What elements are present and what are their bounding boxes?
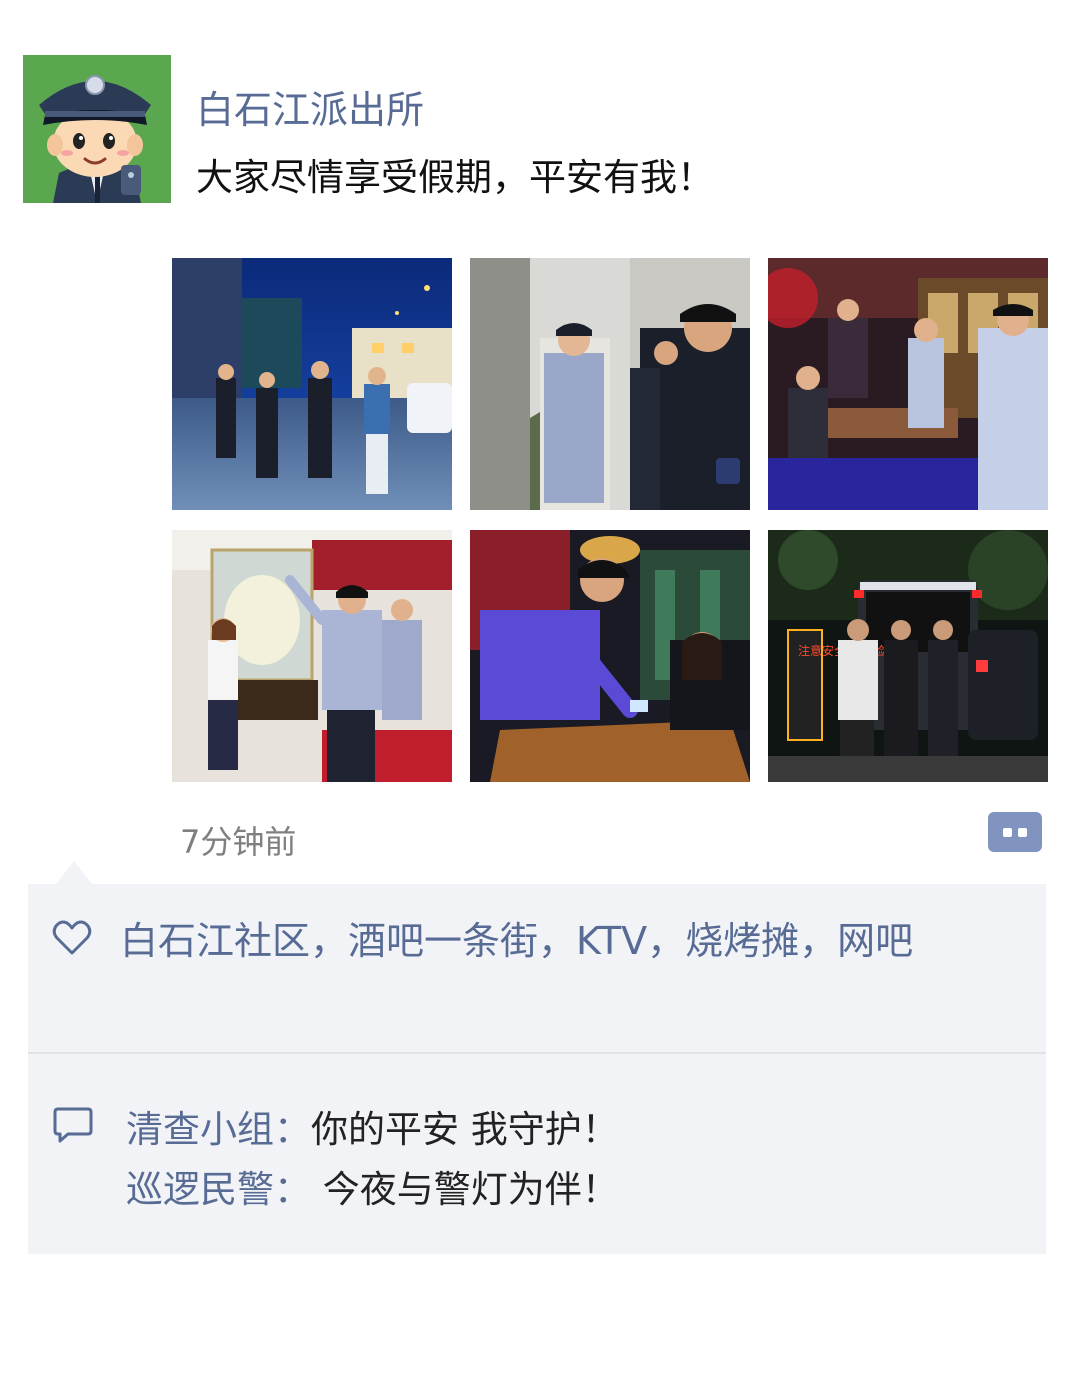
photo-grid: 注意安全 公安检查: [172, 258, 1048, 782]
police-officer-avatar-icon: [23, 55, 171, 203]
avatar[interactable]: [23, 55, 171, 203]
photo-3[interactable]: [768, 258, 1048, 510]
comment-item[interactable]: 清查小组：你的平安 我守护！: [126, 1106, 619, 1154]
likes-panel: [28, 884, 1046, 1052]
post-text: 大家尽情享受假期，平安有我！: [196, 156, 714, 199]
post-timestamp: 7分钟前: [180, 823, 297, 861]
comment-icon: [53, 1107, 93, 1143]
post-author-name[interactable]: 白石江派出所: [196, 86, 424, 134]
comment-text: 今夜与警灯为伴！: [311, 1168, 619, 1211]
likes-list[interactable]: 白石江社区，酒吧一条街，KTV，烧烤摊，网吧: [120, 916, 913, 966]
comment-text: 你的平安 我守护！: [311, 1108, 619, 1151]
panel-caret: [56, 861, 92, 884]
photo-5[interactable]: [470, 530, 750, 782]
more-options-icon-dot: [1018, 828, 1027, 837]
photo-1[interactable]: [172, 258, 452, 510]
photo-2[interactable]: [470, 258, 750, 510]
photo-6[interactable]: 注意安全 公安检查: [768, 530, 1048, 782]
photo-4[interactable]: [172, 530, 452, 782]
comments-panel: [28, 1054, 1046, 1254]
comment-author[interactable]: 巡逻民警：: [126, 1168, 311, 1211]
more-options-icon: [1003, 828, 1012, 837]
comment-author[interactable]: 清查小组：: [126, 1108, 311, 1151]
more-options-button[interactable]: [988, 812, 1042, 852]
heart-icon: [52, 920, 92, 955]
comment-item[interactable]: 巡逻民警： 今夜与警灯为伴！: [126, 1166, 619, 1214]
